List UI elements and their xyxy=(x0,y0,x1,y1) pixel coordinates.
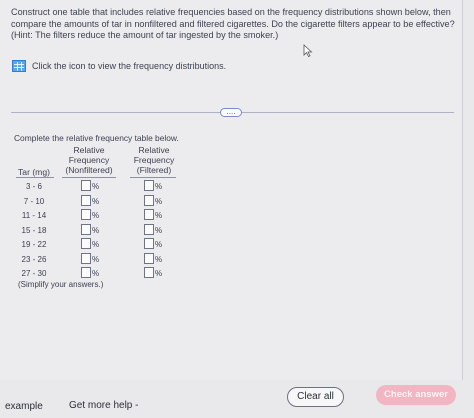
header-tar: Tar (mg) xyxy=(18,167,50,177)
percent-sign: % xyxy=(92,196,100,206)
tar-range: 19 - 22 xyxy=(21,240,47,249)
filtered-input[interactable] xyxy=(144,238,154,249)
table-row: 15 - 18%% xyxy=(14,223,174,237)
percent-sign: % xyxy=(92,211,100,220)
percent-sign: % xyxy=(155,211,163,220)
table-row: 11 - 14%% xyxy=(14,209,174,222)
table-row: 27 - 30%% xyxy=(14,267,174,280)
nonfiltered-input[interactable] xyxy=(81,194,91,206)
percent-sign: % xyxy=(155,269,163,278)
filtered-input[interactable] xyxy=(144,223,154,235)
percent-sign: % xyxy=(92,269,100,278)
header-filtered: Relative Frequency (Filtered) xyxy=(133,145,175,175)
footer-bar: example Get more help - Clear all Check … xyxy=(0,383,474,418)
nonfiltered-input[interactable] xyxy=(81,252,91,264)
filtered-input[interactable] xyxy=(144,194,154,206)
percent-sign: % xyxy=(92,225,100,235)
header-underline-nonfiltered xyxy=(62,177,116,178)
example-link[interactable]: example xyxy=(5,401,43,412)
filtered-input[interactable] xyxy=(144,209,154,220)
simplify-note: (Simplify your answers.) xyxy=(18,280,104,289)
nonfiltered-input[interactable] xyxy=(81,267,91,278)
nonfiltered-input[interactable] xyxy=(81,238,91,249)
percent-sign: % xyxy=(92,182,100,191)
nonfiltered-input[interactable] xyxy=(81,180,91,191)
tar-range: 7 - 10 xyxy=(23,196,45,206)
instruction-text: Complete the relative frequency table be… xyxy=(14,133,179,143)
question-text: Construct one table that includes relati… xyxy=(11,7,455,40)
percent-sign: % xyxy=(92,240,100,249)
nonfiltered-input[interactable] xyxy=(81,223,91,235)
percent-sign: % xyxy=(155,196,163,206)
tar-range: 23 - 26 xyxy=(21,254,47,264)
filtered-input[interactable] xyxy=(144,180,154,191)
header-nonfiltered: Relative Frequency (Nonfiltered) xyxy=(65,145,113,175)
table-row: 23 - 26%% xyxy=(14,252,174,266)
table-row: 7 - 10%% xyxy=(14,194,174,208)
question-panel: Construct one table that includes relati… xyxy=(0,0,463,380)
frequency-link-text[interactable]: Click the icon to view the frequency dis… xyxy=(32,61,226,71)
header-underline-tar xyxy=(16,177,54,178)
percent-sign: % xyxy=(155,225,163,235)
table-row: 3 - 6%% xyxy=(14,180,174,193)
filtered-input[interactable] xyxy=(144,252,154,264)
check-answer-button[interactable]: Check answer xyxy=(376,385,456,405)
tar-range: 3 - 6 xyxy=(25,182,42,191)
frequency-link-row[interactable]: Click the icon to view the frequency dis… xyxy=(12,59,226,73)
table-icon[interactable] xyxy=(12,60,26,72)
tar-range: 15 - 18 xyxy=(21,225,47,235)
header-underline-filtered xyxy=(130,177,176,178)
clear-all-button[interactable]: Clear all xyxy=(287,387,344,407)
expand-more-button[interactable]: .... xyxy=(220,108,242,117)
tar-range: 11 - 14 xyxy=(21,211,47,220)
tar-range: 27 - 30 xyxy=(21,269,47,278)
filtered-input[interactable] xyxy=(144,267,154,278)
nonfiltered-input[interactable] xyxy=(81,209,91,220)
percent-sign: % xyxy=(155,182,163,191)
table-row: 19 - 22%% xyxy=(14,238,174,251)
percent-sign: % xyxy=(92,254,100,264)
percent-sign: % xyxy=(155,254,163,264)
get-more-help-button[interactable]: Get more help - xyxy=(69,400,138,411)
mouse-pointer-icon xyxy=(303,44,313,58)
percent-sign: % xyxy=(155,240,163,249)
